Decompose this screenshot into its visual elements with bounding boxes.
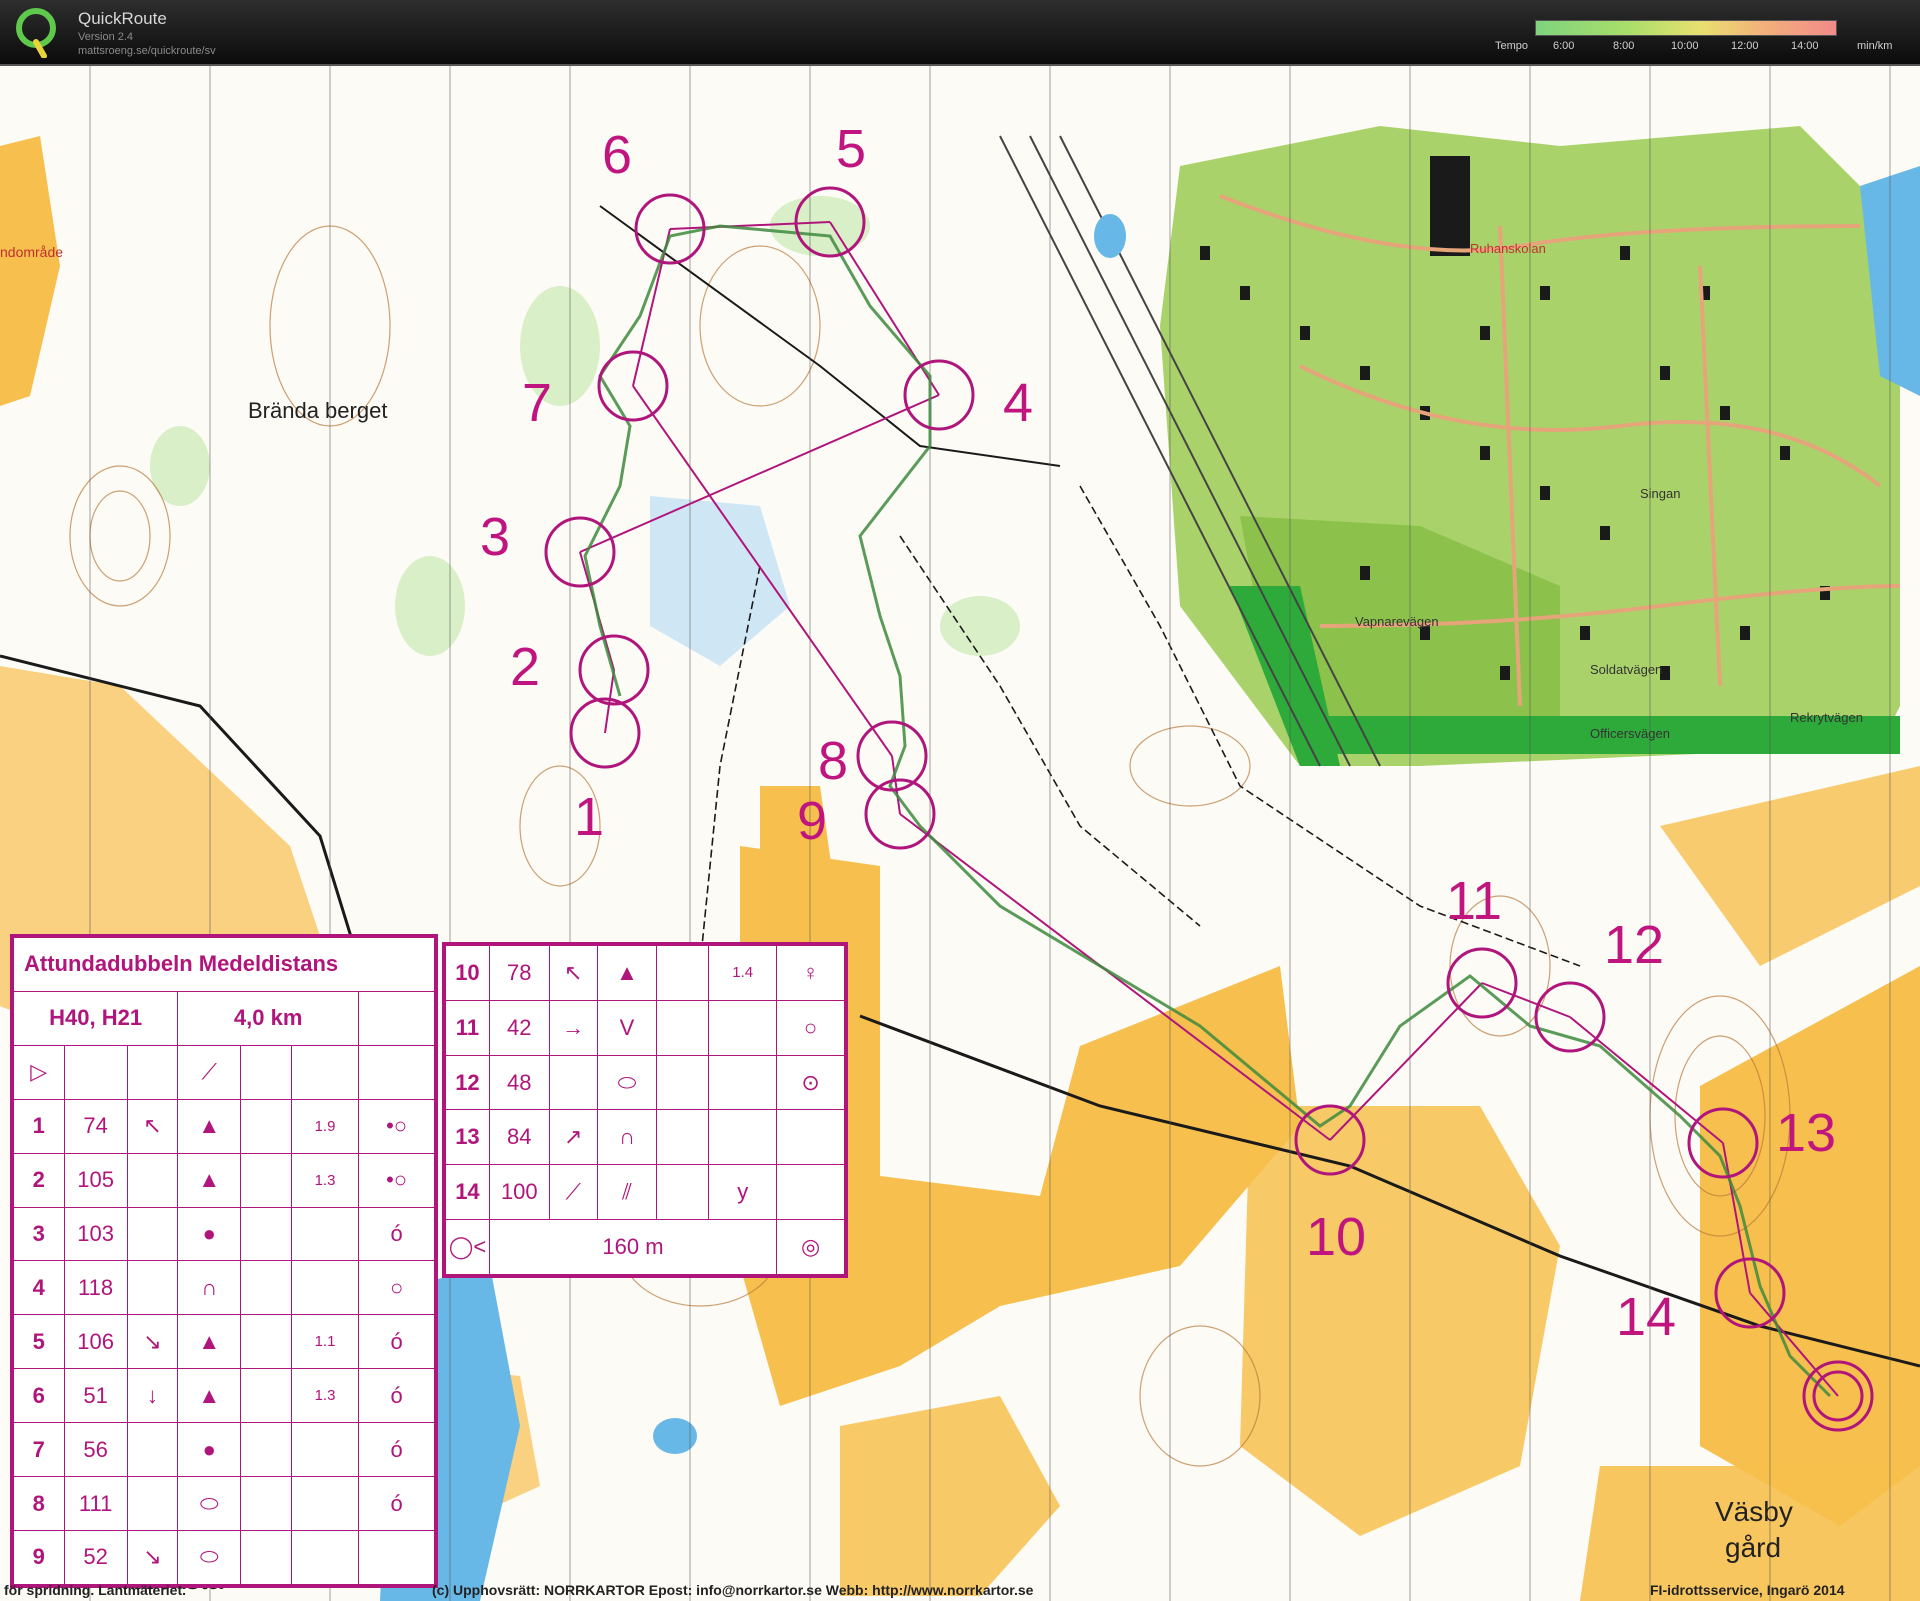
app-version: Version 2.4 [78, 31, 134, 43]
finish-circle-icon: ◎ [776, 1219, 845, 1275]
quickroute-window: { "app": { "name": "QuickRoute", "versio… [0, 0, 1920, 1601]
place-label: Brända berget [248, 398, 388, 423]
description-row: 13 84 ↗ ∩ [445, 1109, 845, 1166]
street-label: Vapnarevägen [1355, 614, 1439, 629]
description-row: 9 52 ↘ ⬭ [13, 1529, 435, 1586]
footer-credit: FI-idrottsservice, Ingarö 2014 [1650, 1582, 1845, 1598]
place-label: gård [1725, 1532, 1782, 1563]
description-row: 6 51 ↓ ▲ 1.3 ó [13, 1368, 435, 1424]
control-number: 2 [510, 637, 541, 697]
start-triangle-icon: ▷ [13, 1044, 65, 1100]
class-names: H40, H21 [12, 990, 179, 1046]
slash-icon: ⟋ [177, 1044, 242, 1100]
legend-label: Tempo [1495, 40, 1529, 52]
legend-tick: 8:00 [1613, 40, 1635, 52]
description-row: 2 105 ▲ 1.3 •○ [13, 1152, 435, 1208]
street-label: Ruhanskolan [1470, 241, 1546, 256]
legend-unit: min/km [1857, 40, 1893, 52]
description-row: 8 111 ⬭ ó [13, 1476, 435, 1531]
finish-distance: 160 m [488, 1219, 778, 1275]
street-label: Soldatvägen [1590, 662, 1663, 677]
control-number: 9 [797, 791, 828, 851]
tempo-legend: Tempo 6:00 8:00 10:00 12:00 14:00 min/km [1495, 16, 1915, 56]
description-row: 7 56 ● ó [13, 1422, 435, 1478]
quickroute-logo-icon [16, 8, 56, 58]
description-row: 14 100 ⟋ ⫽ y [445, 1164, 845, 1221]
event-title: Attundadubbeln Medeldistans [13, 937, 435, 992]
description-row: 1 74 ↖ ▲ 1.9 •○ [13, 1098, 435, 1154]
place-label: Väsby [1715, 1496, 1793, 1527]
app-title: QuickRoute [78, 9, 167, 28]
course-length: 4,0 km [177, 990, 360, 1046]
control-number: 8 [818, 731, 849, 791]
street-label: Rekrytvägen [1790, 710, 1863, 725]
place-label: ndområde [0, 244, 64, 260]
street-label: Singan [1640, 486, 1681, 501]
control-number: 11 [1446, 871, 1503, 931]
control-number: 5 [836, 119, 867, 179]
legend-tick: 14:00 [1791, 40, 1819, 52]
control-number: 3 [480, 507, 511, 567]
control-number: 13 [1776, 1103, 1837, 1163]
legend-tick: 12:00 [1731, 40, 1759, 52]
description-row: 5 106 ↘ ▲ 1.1 ó [13, 1314, 435, 1370]
description-row: 4 118 ∩ ○ [13, 1260, 435, 1316]
control-number: 7 [522, 373, 553, 433]
finish-funnel-icon: ◯< [445, 1219, 490, 1275]
control-number: 4 [1003, 373, 1034, 433]
control-number: 10 [1306, 1207, 1367, 1267]
street-label: Officersvägen [1590, 726, 1670, 741]
footer-note: för spridning. Lantmäteriet. [4, 1582, 187, 1598]
orienteering-map[interactable]: Brända berget Väsby gård Rocksta ndområd… [0, 66, 1920, 1601]
control-number: 14 [1616, 1287, 1677, 1347]
control-number: 1 [574, 787, 605, 847]
tempo-color-scale [1535, 20, 1837, 36]
app-header: QuickRoute Version 2.4 mattsroeng.se/qui… [0, 0, 1920, 66]
control-description-sheet: Attundadubbeln Medeldistans H40, H21 4,0… [10, 934, 438, 1588]
description-row: 12 48 ⬭ ⊙ [445, 1054, 845, 1111]
footer-copyright: (c) Upphovsrätt: NORRKARTOR Epost: info@… [432, 1582, 1034, 1598]
description-row: 10 78 ↖ ▲ 1.4 ♀ [445, 945, 845, 1001]
description-row: 3 103 ● ó [13, 1206, 435, 1262]
control-description-sheet-continued: 10 78 ↖ ▲ 1.4 ♀ 11 42 → V ○ 12 48 ⬭ ⊙ 13 84 ↗ ∩ 14 100 ⟋ ⫽… [442, 942, 848, 1278]
description-row: 11 42 → V ○ [445, 999, 845, 1056]
legend-tick: 10:00 [1671, 40, 1699, 52]
app-url[interactable]: mattsroeng.se/quickroute/sv [78, 45, 216, 57]
legend-tick: 6:00 [1553, 40, 1575, 52]
control-number: 6 [602, 125, 633, 185]
control-number: 12 [1604, 915, 1665, 975]
